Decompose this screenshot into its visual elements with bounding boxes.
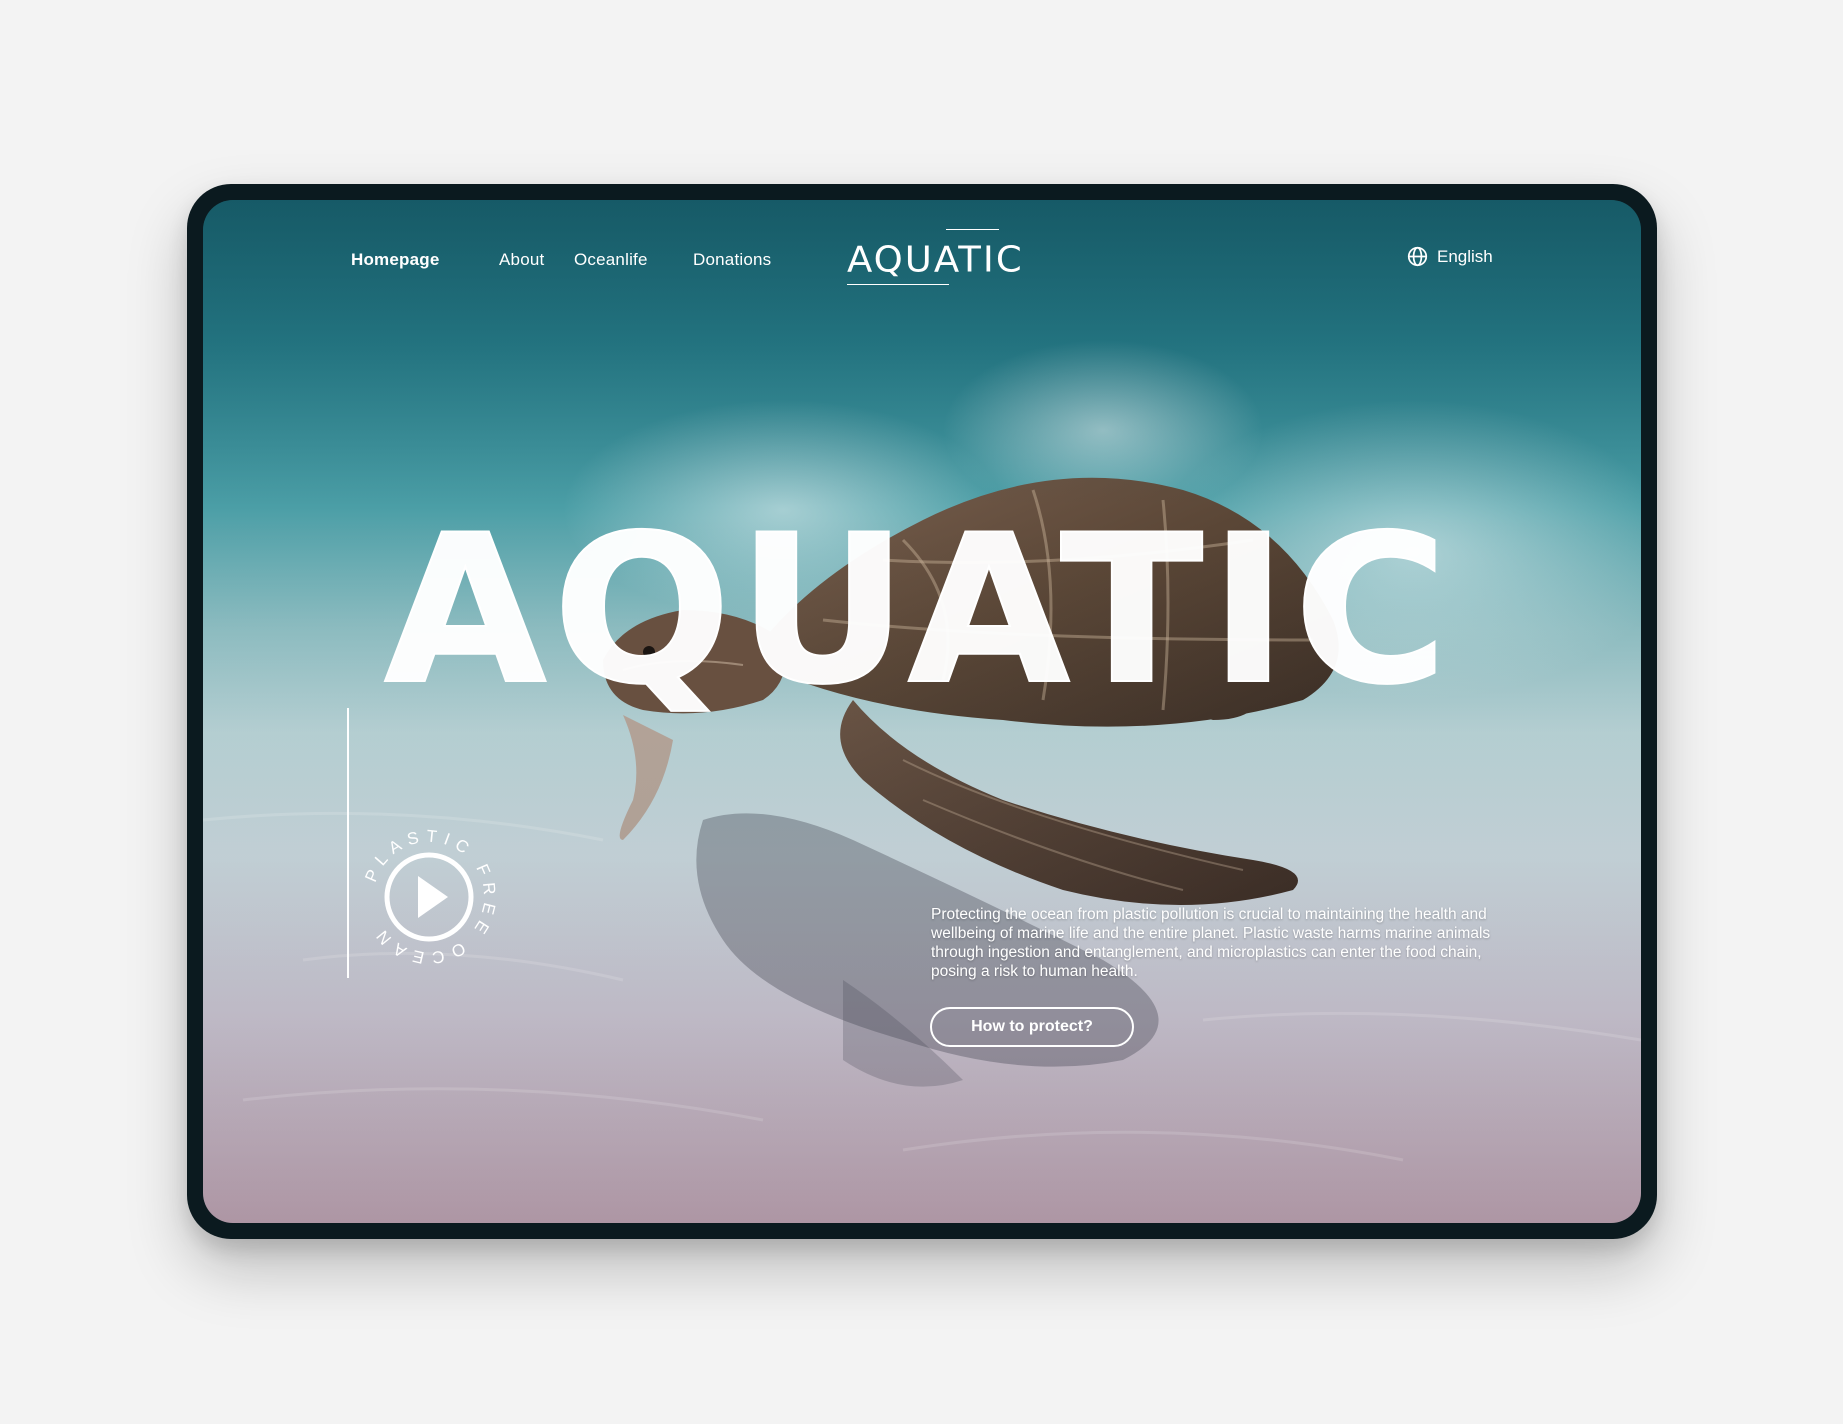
video-play-badge[interactable]: PLASTIC FREE OCEAN — [358, 826, 500, 968]
logo-text: AQUATIC — [847, 239, 1024, 280]
logo-line-top — [946, 229, 999, 230]
language-label: English — [1437, 246, 1493, 266]
nav-item-about[interactable]: About — [499, 250, 544, 270]
hero-description: Protecting the ocean from plastic pollut… — [931, 906, 1491, 980]
globe-icon — [1407, 246, 1428, 267]
device-frame: AQUATIC AQUATIC Homepage About Oceanlife… — [187, 184, 1657, 1239]
nav-item-oceanlife[interactable]: Oceanlife — [574, 250, 648, 270]
divider-line — [347, 708, 349, 978]
hero-headline-outline: AQUATIC — [384, 492, 1454, 730]
logo[interactable]: AQUATIC — [843, 226, 1022, 296]
language-selector[interactable]: English — [1407, 246, 1493, 267]
hero-screen: AQUATIC AQUATIC Homepage About Oceanlife… — [203, 200, 1641, 1223]
nav-item-homepage[interactable]: Homepage — [351, 250, 440, 270]
how-to-protect-button[interactable]: How to protect? — [930, 1007, 1134, 1047]
hero-background: AQUATIC AQUATIC — [203, 200, 1641, 1223]
logo-line-bottom — [847, 284, 949, 285]
nav-item-donations[interactable]: Donations — [693, 250, 771, 270]
play-icon — [418, 876, 448, 918]
